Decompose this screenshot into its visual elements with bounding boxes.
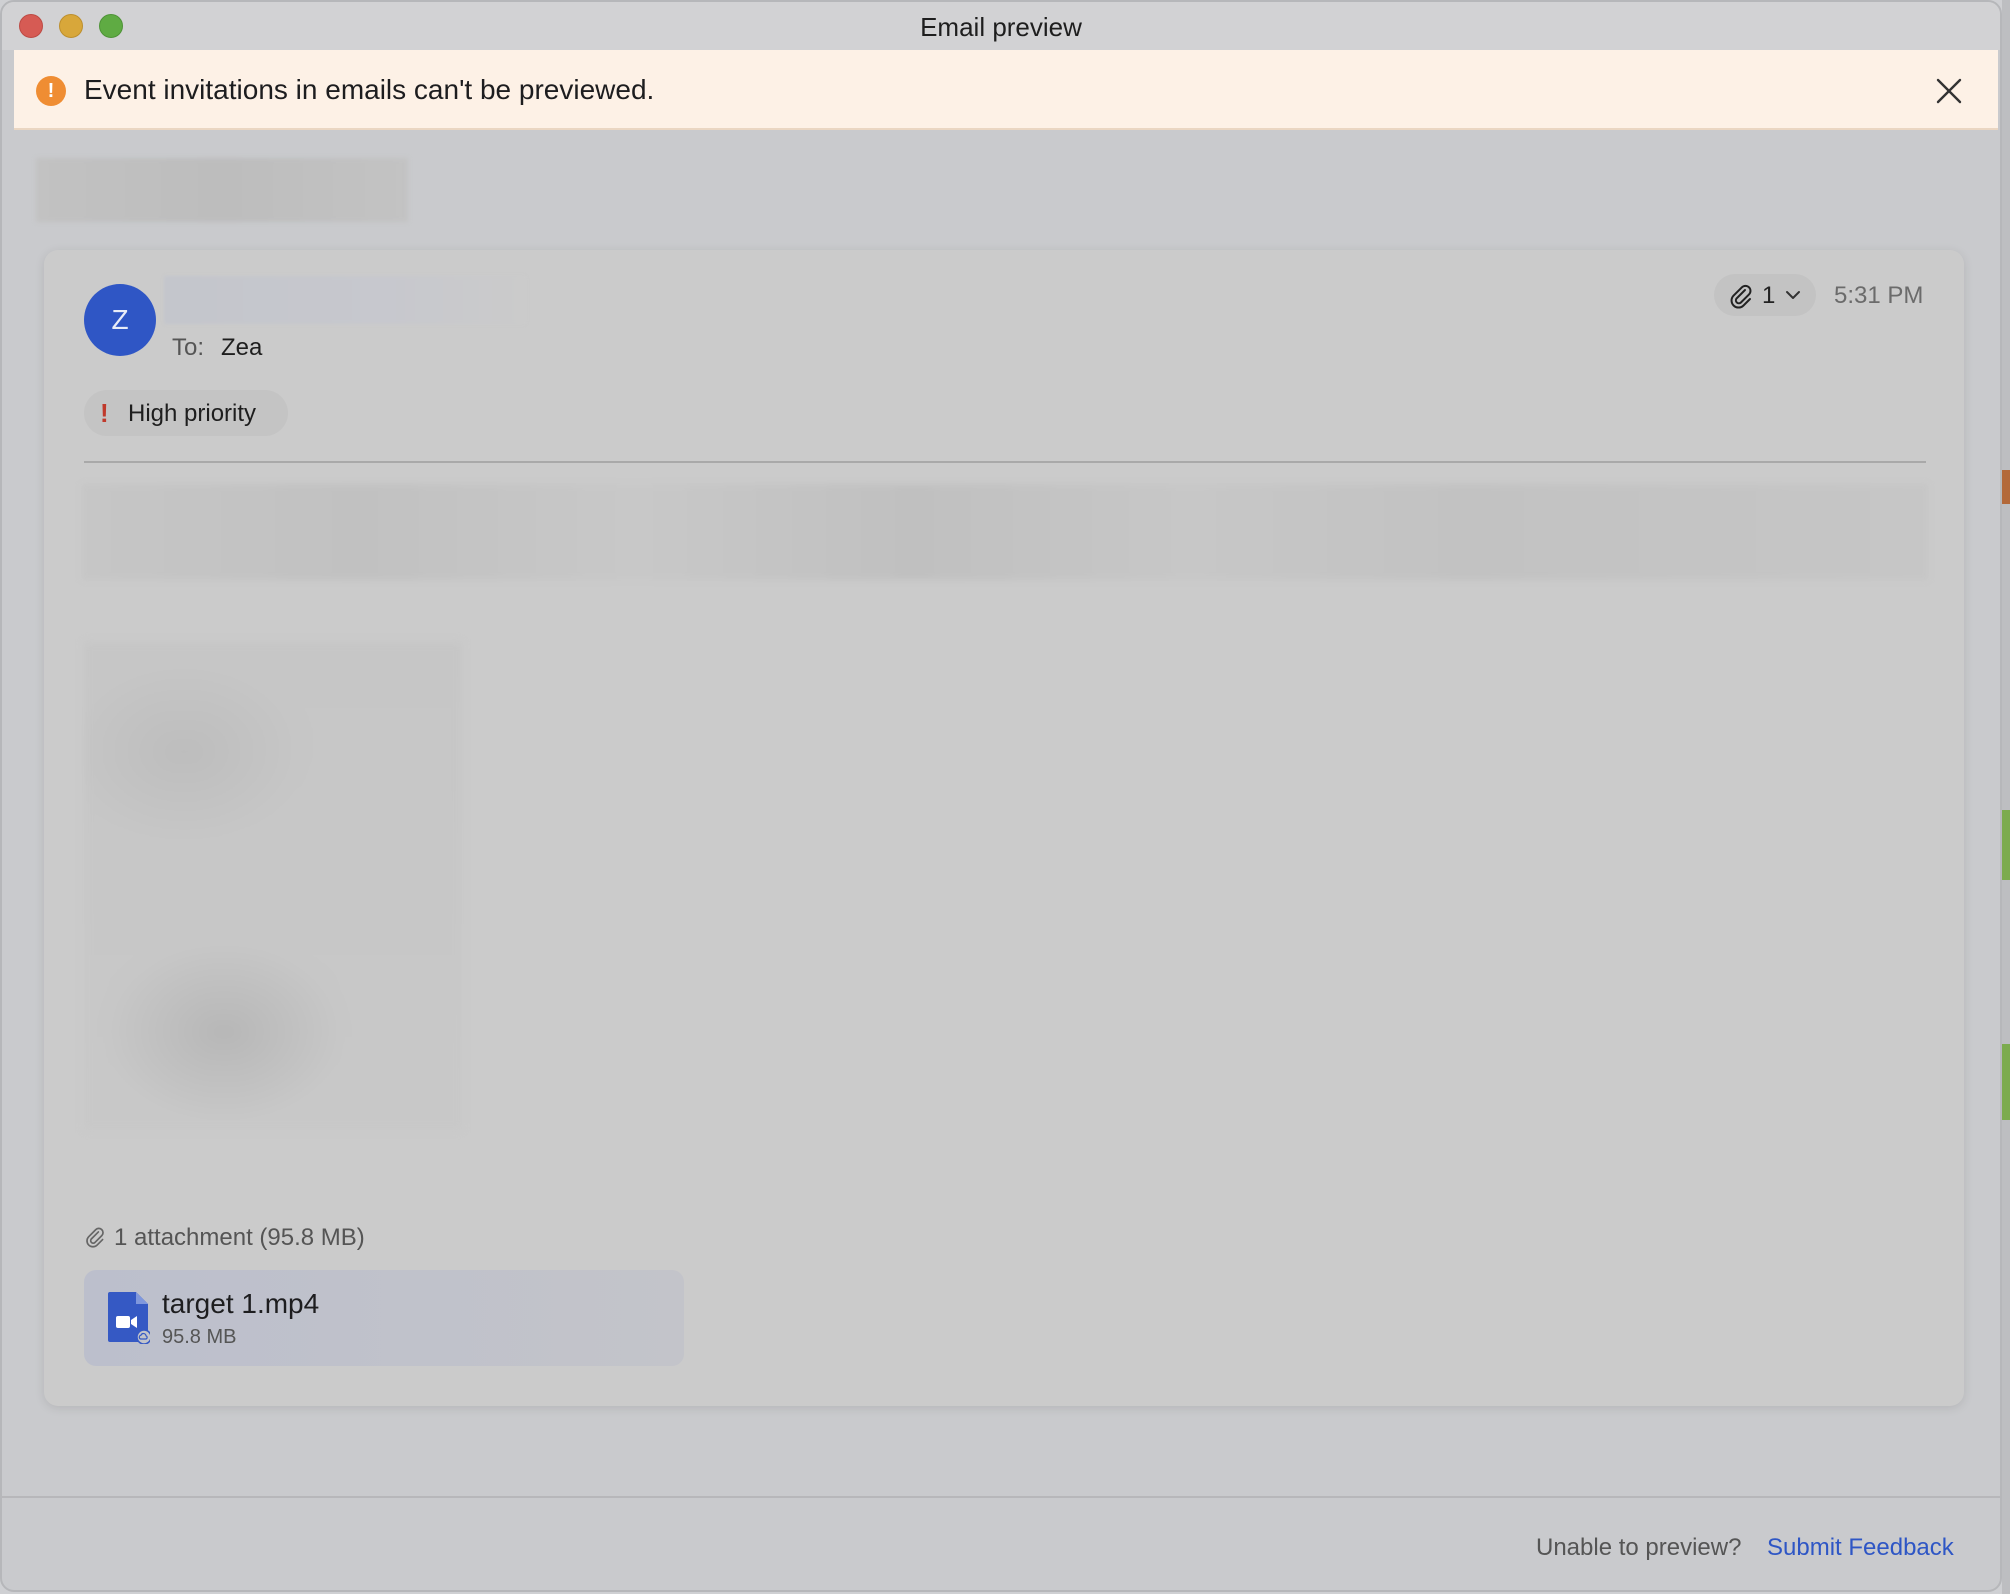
subject-redacted (36, 158, 408, 222)
priority-icon: ! (100, 398, 109, 428)
notice-banner: ! Event invitations in emails can't be p… (14, 50, 1998, 130)
paperclip-icon (1730, 284, 1752, 309)
paperclip-icon (86, 1227, 104, 1248)
email-card: Z To: Zea 1 5:31 PM ! High priority 1 at… (44, 250, 1964, 1406)
background-window-edge (2002, 0, 2010, 1594)
warning-icon: ! (36, 76, 66, 106)
avatar: Z (84, 284, 156, 356)
attachment-count-button[interactable]: 1 (1714, 274, 1816, 316)
chevron-down-icon (1786, 291, 1800, 299)
attachment-file-name: target 1.mp4 (162, 1288, 320, 1319)
body-text-redacted (82, 484, 1928, 580)
email-time: 5:31 PM (1834, 282, 1924, 309)
header-divider (84, 461, 1926, 463)
body-image-redacted (84, 642, 462, 1130)
recipient-name[interactable]: Zea (221, 334, 262, 362)
attachment-file-card[interactable]: target 1.mp4 95.8 MB (84, 1270, 684, 1366)
background-window-edge (2002, 1044, 2010, 1120)
attachment-file-size: 95.8 MB (162, 1326, 237, 1348)
email-preview-window: Email preview ! Event invitations in ema… (0, 0, 2002, 1592)
window-title: Email preview (920, 12, 1082, 42)
attachment-summary: 1 attachment (95.8 MB) (84, 1224, 365, 1252)
attachment-summary-text: 1 attachment (95.8 MB) (114, 1224, 365, 1251)
footer-question: Unable to preview? (1536, 1534, 1742, 1561)
video-file-icon (108, 1292, 150, 1344)
to-label: To: (172, 334, 205, 361)
background-window-edge (2002, 810, 2010, 880)
background-window-edge (2002, 470, 2010, 504)
banner-message: Event invitations in emails can't be pre… (84, 74, 655, 105)
priority-label: High priority (128, 400, 257, 427)
close-icon[interactable] (1934, 76, 1964, 106)
attachment-count: 1 (1762, 282, 1776, 309)
footer-divider (2, 1496, 2000, 1498)
priority-badge: ! High priority (84, 390, 288, 436)
submit-feedback-link[interactable]: Submit Feedback (1767, 1534, 1954, 1562)
sender-redacted (164, 276, 526, 324)
title-bar: Email preview (2, 2, 2000, 50)
